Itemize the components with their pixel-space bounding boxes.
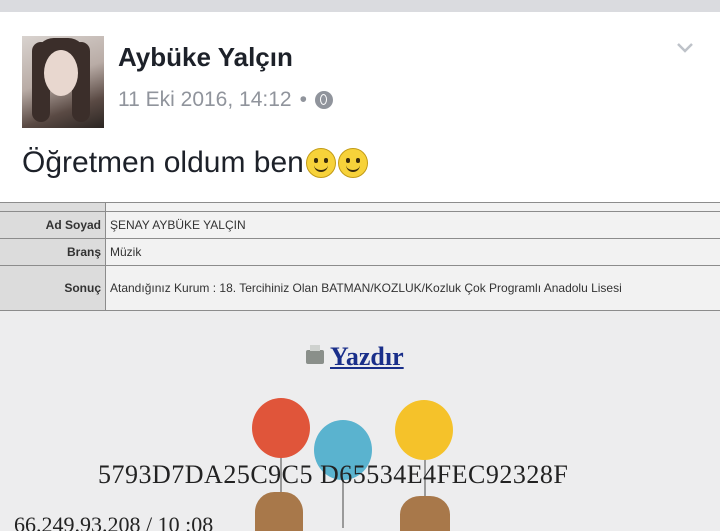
table-row: Sonuç Atandığınız Kurum : 18. Tercihiniz… bbox=[0, 265, 720, 311]
row-label: Branş bbox=[0, 238, 106, 266]
row-label: Ad Soyad bbox=[0, 211, 106, 239]
chevron-down-icon[interactable] bbox=[676, 38, 694, 56]
ip-line: 66.249.93.208 / 10 :08 bbox=[14, 512, 214, 531]
row-label: Sonuç bbox=[0, 265, 106, 311]
result-table: Ad Soyad ŞENAY AYBÜKE YALÇIN Branş Müzik… bbox=[0, 202, 720, 311]
post-message: Öğretmen oldum ben bbox=[22, 146, 304, 179]
top-bar bbox=[0, 0, 720, 12]
print-link[interactable]: Yazdır bbox=[306, 342, 404, 372]
shared-screenshot: Ad Soyad ŞENAY AYBÜKE YALÇIN Branş Müzik… bbox=[0, 202, 720, 531]
printer-icon bbox=[306, 345, 324, 364]
row-value: Müzik bbox=[105, 238, 720, 266]
table-row: Branş Müzik bbox=[0, 238, 720, 266]
cat-figure bbox=[255, 492, 303, 531]
post-meta: 11 Eki 2016, 14:12 • bbox=[118, 88, 333, 112]
meta-separator: • bbox=[299, 88, 307, 111]
post-text: Öğretmen oldum ben bbox=[22, 146, 368, 180]
post-timestamp[interactable]: 11 Eki 2016, 14:12 bbox=[118, 88, 292, 112]
table-row: Ad Soyad ŞENAY AYBÜKE YALÇIN bbox=[0, 211, 720, 239]
avatar[interactable] bbox=[22, 36, 104, 128]
yellow-balloon bbox=[395, 400, 453, 460]
globe-icon bbox=[314, 91, 333, 109]
row-value: Atandığınız Kurum : 18. Tercihiniz Olan … bbox=[105, 265, 720, 311]
cat-figure bbox=[400, 496, 450, 531]
author-name[interactable]: Aybüke Yalçın bbox=[118, 42, 293, 73]
smiley-icon bbox=[305, 148, 336, 178]
smiley-icon bbox=[337, 148, 368, 178]
facebook-post: Aybüke Yalçın 11 Eki 2016, 14:12 • Öğret… bbox=[0, 12, 720, 202]
red-balloon bbox=[252, 398, 310, 458]
row-value: ŞENAY AYBÜKE YALÇIN bbox=[105, 211, 720, 239]
hash-code: 5793D7DA25C9C5 D65534E4FEC92328F bbox=[98, 460, 569, 489]
print-label[interactable]: Yazdır bbox=[330, 342, 404, 372]
